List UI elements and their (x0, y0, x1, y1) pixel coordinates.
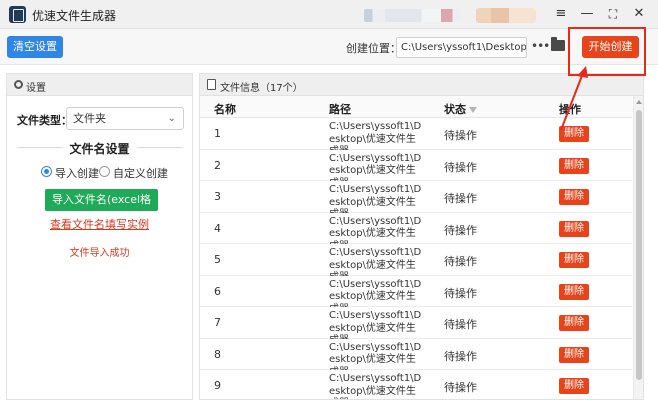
custom-create-label: 自定义创建 (113, 167, 168, 180)
table-row: 4C:\Users\yssoft1\Desktop\优速文件生成器待操作删除 (200, 212, 632, 252)
settings-header-label: 设置 (26, 83, 46, 94)
settings-header: 设置 (7, 74, 192, 96)
column-header-path: 路径 (329, 103, 351, 116)
column-header-status-label: 状态 (444, 103, 466, 116)
row-number: 9 (214, 379, 221, 392)
filter-icon[interactable] (469, 107, 477, 113)
delete-row-button[interactable]: 删除 (559, 252, 589, 268)
start-create-button[interactable]: 开始创建 (582, 36, 639, 58)
scrollbar-thumb[interactable] (636, 110, 642, 380)
title-bar: 优速文件生成器 ≡ — ⛶ ✕ (0, 0, 658, 29)
table-row: 1C:\Users\yssoft1\Desktop\优速文件生成器待操作删除 (200, 118, 632, 157)
import-create-radio[interactable] (41, 166, 52, 177)
file-info-panel: 文件信息（17个） 名称 路径 状态 操作 1 C:\Users\yssoft1\… (199, 73, 644, 400)
delete-row-button[interactable]: 删除 (559, 157, 589, 174)
column-header-status[interactable]: 状态 (444, 101, 477, 117)
file-info-header-label: 文件信息（17个） (220, 83, 303, 94)
blurred-user-avatar (476, 8, 536, 23)
row-number: 8 (214, 347, 221, 361)
column-header-action: 操作 (559, 103, 581, 116)
clear-settings-button[interactable]: 清空设置 (7, 36, 63, 58)
close-icon[interactable]: ✕ (630, 5, 648, 23)
row-status: 待操作 (444, 160, 477, 174)
example-link[interactable]: 查看文件名填写实例 (7, 216, 192, 232)
delete-row-button[interactable]: 删除 (559, 126, 589, 142)
row-status: 待操作 (444, 223, 477, 237)
gear-icon (14, 80, 23, 89)
row-status: 待操作 (444, 286, 477, 300)
blurred-account-info (364, 9, 460, 22)
settings-panel: 设置 文件类型： 文件夹 ⌄ 文件名设置 导入创建 自定义创建 导入文件名(ex… (6, 73, 193, 400)
menu-icon[interactable]: ≡ (552, 5, 570, 23)
more-options-icon[interactable]: ••• (531, 39, 550, 55)
location-input[interactable]: C:\Users\yssoft1\Desktop\优速 (396, 37, 527, 58)
row-number: 6 (214, 284, 221, 298)
table-row: 3C:\Users\yssoft1\Desktop\优速文件生成器待操作删除 (200, 181, 632, 220)
custom-create-radio[interactable] (99, 166, 110, 177)
delete-row-button[interactable]: 删除 (559, 315, 589, 331)
row-number: 5 (214, 253, 221, 266)
toolbar: 清空设置 创建位置： C:\Users\yssoft1\Desktop\优速 •… (0, 29, 658, 65)
delete-row-button[interactable]: 删除 (559, 378, 589, 394)
window-title: 优速文件生成器 (32, 9, 117, 23)
divider (137, 147, 183, 148)
column-header-name: 名称 (214, 103, 236, 116)
table-row: 6C:\Users\yssoft1\Desktop\优速文件生成器待操作删除 (200, 275, 632, 315)
row-number: 7 (214, 316, 221, 329)
file-info-header: 文件信息（17个） (200, 74, 643, 96)
delete-row-button[interactable]: 删除 (559, 346, 589, 363)
row-number: 4 (214, 221, 221, 235)
row-status: 待操作 (444, 129, 477, 142)
table-row: 2C:\Users\yssoft1\Desktop\优速文件生成器待操作删除 (200, 149, 632, 189)
location-label: 创建位置： (346, 42, 401, 55)
row-number: 3 (214, 190, 221, 203)
row-path: C:\Users\yssoft1\Desktop\优速文件生成器 (329, 373, 422, 399)
row-number: 2 (214, 158, 221, 172)
row-status: 待操作 (444, 255, 477, 268)
divider (17, 147, 63, 148)
file-type-select[interactable]: 文件夹 ⌄ (66, 107, 184, 130)
delete-row-button[interactable]: 删除 (559, 189, 589, 205)
import-filenames-button[interactable]: 导入文件名(excel格式) (45, 189, 158, 228)
table-row: 9 C:\Users\yssoft1\Desktop\优速文件生成器 待操作 删除 (200, 370, 632, 399)
table-row: 8C:\Users\yssoft1\Desktop\优速文件生成器待操作删除 (200, 338, 632, 378)
vertical-scrollbar[interactable] (633, 96, 643, 399)
row-number: 1 (214, 127, 221, 140)
row-status: 待操作 (444, 192, 477, 205)
folder-icon[interactable] (551, 37, 565, 51)
fullscreen-icon[interactable]: ⛶ (604, 5, 622, 23)
file-type-value: 文件夹 (73, 112, 106, 125)
filename-settings-title: 文件名设置 (69, 142, 130, 156)
app-logo-icon (9, 6, 26, 23)
delete-row-button[interactable]: 删除 (559, 283, 589, 300)
row-status: 待操作 (444, 349, 477, 363)
scroll-up-icon[interactable] (636, 100, 642, 104)
file-type-label: 文件类型： (17, 114, 72, 127)
delete-row-button[interactable]: 删除 (559, 220, 589, 237)
table-header: 名称 路径 状态 操作 (200, 96, 632, 118)
minimize-icon[interactable]: — (578, 5, 596, 23)
table-row: 7C:\Users\yssoft1\Desktop\优速文件生成器待操作删除 (200, 307, 632, 346)
table-row: 5C:\Users\yssoft1\Desktop\优速文件生成器待操作删除 (200, 244, 632, 283)
import-status-text: 文件导入成功 (69, 248, 130, 259)
file-table-body: 1C:\Users\yssoft1\Desktop\优速文件生成器待操作删除2C… (200, 118, 632, 399)
chevron-down-icon: ⌄ (167, 113, 176, 124)
import-create-label: 导入创建 (55, 167, 99, 180)
row-status: 待操作 (444, 381, 477, 394)
row-status: 待操作 (444, 318, 477, 331)
file-icon (207, 79, 216, 90)
